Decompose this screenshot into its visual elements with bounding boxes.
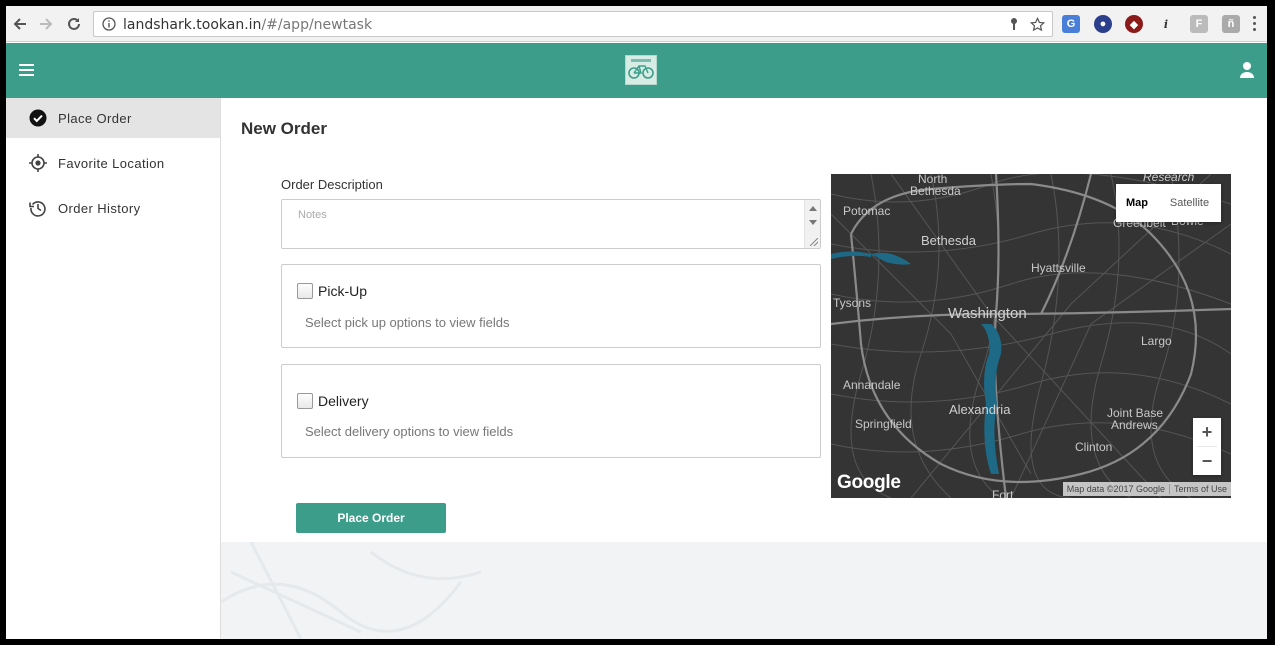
sidebar-item-label: Place Order <box>58 110 132 126</box>
url-host: landshark.tookan.in <box>123 17 262 33</box>
n-extension-icon[interactable]: ñ <box>1222 15 1240 33</box>
delivery-hint: Select delivery options to view fields <box>305 424 514 439</box>
sidebar-item-order-history[interactable]: Order History <box>6 188 220 228</box>
flag-extension-icon[interactable]: ● <box>1094 15 1112 33</box>
pickup-checkbox[interactable] <box>297 283 313 299</box>
zoom-out-button[interactable]: − <box>1193 447 1221 475</box>
google-logo: Google <box>837 472 901 493</box>
sidebar-item-place-order[interactable]: Place Order <box>6 98 220 138</box>
translate-extension-icon[interactable]: G <box>1062 15 1080 33</box>
sidebar-item-label: Favorite Location <box>58 155 165 171</box>
place-order-button[interactable]: Place Order <box>296 503 446 533</box>
scroll-up-icon[interactable] <box>809 206 817 211</box>
browser-window: landshark.tookan.in/#/app/newtask G ● ◆ … <box>6 6 1267 639</box>
back-icon[interactable] <box>8 12 32 36</box>
delivery-checkbox[interactable] <box>297 393 313 409</box>
map-type-satellite-button[interactable]: Satellite <box>1158 184 1221 222</box>
terms-of-use-link[interactable]: Terms of Use <box>1168 484 1231 494</box>
check-circle-icon <box>28 108 48 128</box>
sidebar: Place Order Favorite Location Order Hist… <box>6 98 221 639</box>
map-label: Tysons <box>833 296 872 310</box>
key-icon[interactable] <box>1008 17 1020 36</box>
url-path: /#/app/newtask <box>261 17 373 33</box>
background-map-pattern <box>221 542 1267 639</box>
map-label: Alexandria <box>949 402 1011 417</box>
hamburger-icon[interactable] <box>18 61 36 79</box>
f-extension-icon[interactable]: F <box>1190 15 1208 33</box>
map-label: Bethesda <box>921 233 976 248</box>
pickup-label: Pick-Up <box>318 283 368 299</box>
zoom-control: + − <box>1193 418 1221 475</box>
map-label: Research <box>1143 174 1195 184</box>
address-bar[interactable]: landshark.tookan.in/#/app/newtask <box>93 11 1053 37</box>
map-label: Bethesda <box>910 184 961 198</box>
spy-extension-icon[interactable]: ◆ <box>1125 15 1143 33</box>
map-type-map-button[interactable]: Map <box>1116 184 1158 222</box>
scroll-down-icon[interactable] <box>809 220 817 225</box>
map-label: Clinton <box>1075 440 1113 454</box>
notes-placeholder: Notes <box>298 209 327 221</box>
info-icon[interactable] <box>102 17 116 36</box>
main-content: New Order Order Description Notes Pick-U… <box>221 98 1267 639</box>
browser-toolbar: landshark.tookan.in/#/app/newtask G ● ◆ … <box>6 6 1267 42</box>
order-description-label: Order Description <box>281 177 383 192</box>
textarea-scrollbar[interactable] <box>804 200 820 248</box>
map-label: Largo <box>1141 334 1172 348</box>
user-icon[interactable] <box>1237 60 1257 80</box>
zoom-in-button[interactable]: + <box>1193 418 1221 446</box>
url-text: landshark.tookan.in/#/app/newtask <box>123 17 372 33</box>
reload-icon[interactable] <box>62 12 86 36</box>
pickup-hint: Select pick up options to view fields <box>305 315 510 330</box>
map-data-text: Map data ©2017 Google <box>1066 484 1165 494</box>
history-icon <box>28 198 48 218</box>
delivery-section: Delivery Select delivery options to view… <box>281 364 821 458</box>
sidebar-item-label: Order History <box>58 200 141 216</box>
map-label: Washington <box>948 305 1027 322</box>
forward-icon[interactable] <box>34 12 58 36</box>
map-label: Fort <box>992 488 1014 498</box>
resize-grip-icon[interactable] <box>810 238 818 246</box>
map-type-control: Map Satellite <box>1116 184 1221 222</box>
map-label: Andrews <box>1111 418 1158 432</box>
crosshair-icon <box>28 153 48 173</box>
map-label: Springfield <box>855 417 912 431</box>
bicycle-logo <box>625 55 657 85</box>
map-label: Hyattsville <box>1031 261 1086 275</box>
star-icon[interactable] <box>1029 16 1046 37</box>
map-view[interactable]: North Bethesda Research Potomac Greenbel… <box>831 174 1231 498</box>
map-attribution: Map data ©2017 Google Terms of Use <box>1062 482 1231 496</box>
delivery-label: Delivery <box>318 393 369 409</box>
info-extension-icon[interactable]: i <box>1157 15 1175 33</box>
pickup-section: Pick-Up Select pick up options to view f… <box>281 264 821 348</box>
notes-textarea[interactable]: Notes <box>281 199 821 249</box>
page-title: New Order <box>241 119 327 138</box>
sidebar-item-favorite-location[interactable]: Favorite Location <box>6 143 220 183</box>
map-label: Annandale <box>843 378 901 392</box>
browser-menu-icon[interactable] <box>1253 16 1257 32</box>
app-header <box>6 43 1267 98</box>
map-label: Potomac <box>843 204 891 218</box>
